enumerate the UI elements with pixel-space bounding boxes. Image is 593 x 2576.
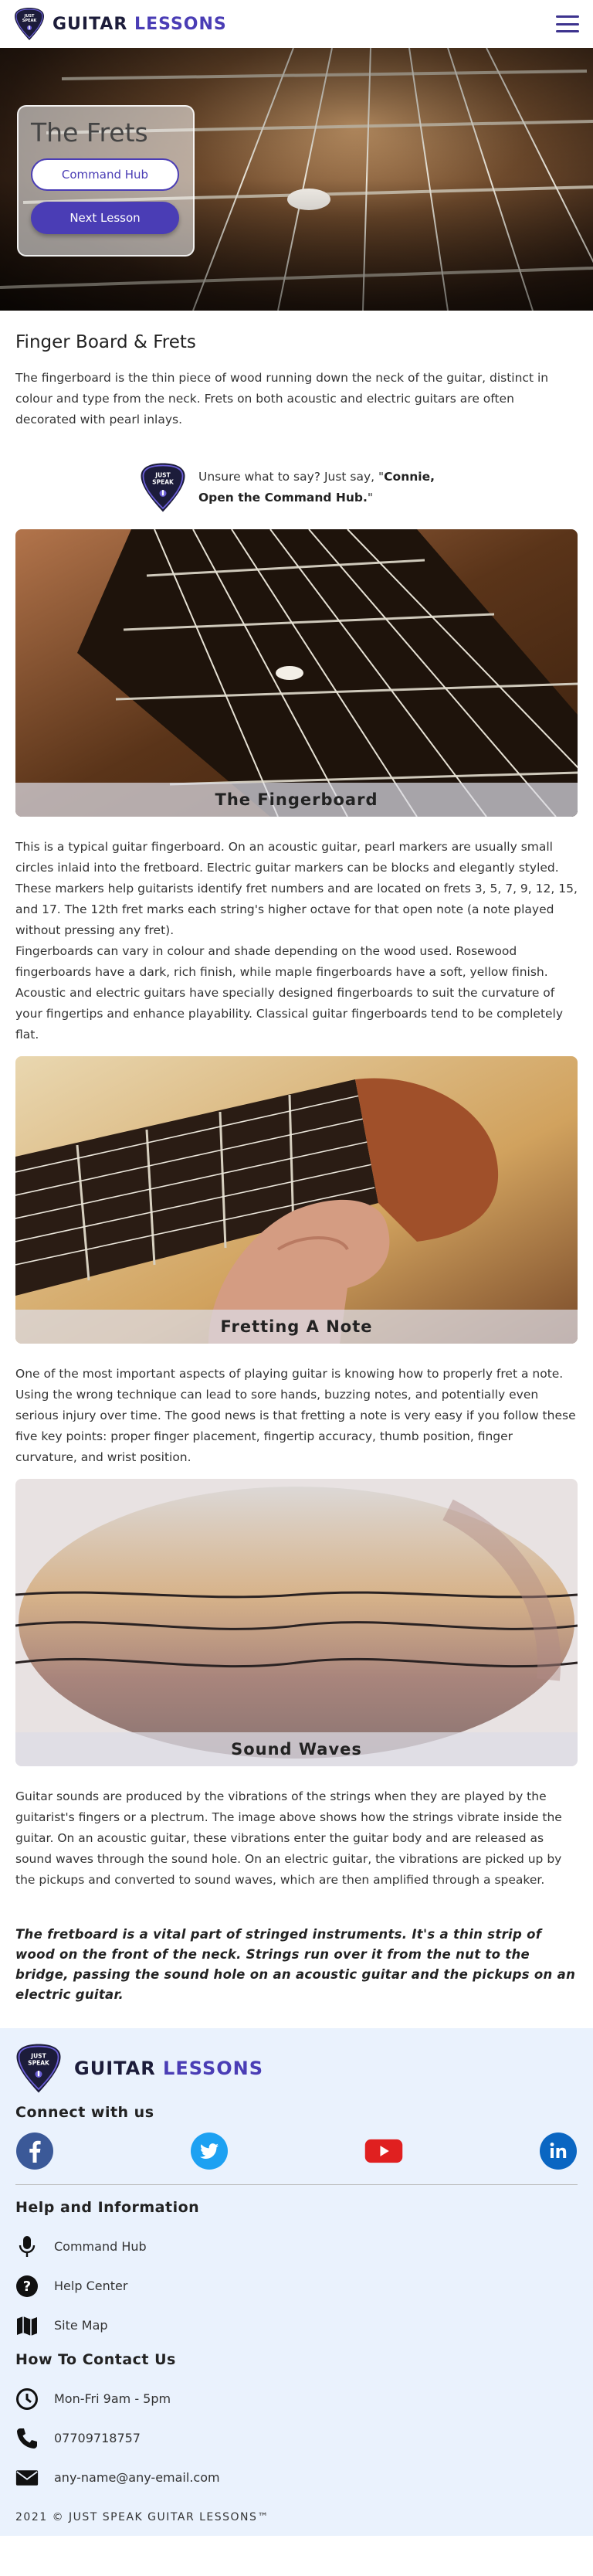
voice-hint-text: Unsure what to say? Just say, "Connie, O… — [198, 467, 453, 508]
brand-name: GUITAR LESSONS — [53, 15, 227, 34]
contact-email[interactable]: any-name@any-email.com — [15, 2458, 578, 2497]
footer-brand-name: GUITAR LESSONS — [74, 2058, 263, 2079]
facebook-icon[interactable] — [15, 2132, 54, 2170]
footer-link-label: Help Center — [54, 2279, 128, 2293]
footer-link-label: Site Map — [54, 2318, 108, 2333]
copyright: 2021 © JUST SPEAK GUITAR LESSONS™ — [15, 2511, 269, 2523]
fingerboard-paragraph-1: This is a typical guitar fingerboard. On… — [15, 840, 559, 875]
menu-icon[interactable] — [556, 15, 579, 32]
contact-email-text: any-name@any-email.com — [54, 2470, 220, 2485]
sound-waves-image — [15, 1479, 578, 1766]
command-hub-button[interactable]: Command Hub — [31, 158, 179, 191]
hero-card: The Frets Command Hub Next Lesson — [17, 105, 195, 257]
social-links — [15, 2132, 578, 2185]
brand-logo[interactable]: GUITAR LESSONS — [14, 7, 227, 41]
guitar-pick-logo — [14, 7, 45, 41]
section-title: Finger Board & Frets — [15, 332, 196, 352]
footer-brand-word-guitar: GUITAR — [74, 2058, 156, 2079]
linkedin-icon[interactable] — [539, 2132, 578, 2170]
twitter-icon[interactable] — [190, 2132, 229, 2170]
microphone-icon — [15, 2235, 39, 2258]
site-footer: GUITAR LESSONS Connect with us Help and … — [0, 2028, 593, 2536]
phone-icon — [15, 2427, 39, 2450]
help-heading: Help and Information — [15, 2199, 200, 2216]
fingerboard-paragraph-3: Fingerboards can vary in colour and shad… — [15, 944, 564, 1042]
footer-link-command-hub[interactable]: Command Hub — [15, 2227, 578, 2266]
fingerboard-image — [15, 529, 578, 817]
next-lesson-button[interactable]: Next Lesson — [31, 202, 179, 234]
fingerboard-caption: The Fingerboard — [15, 783, 578, 817]
clock-icon — [15, 2387, 39, 2411]
voice-hint: Unsure what to say? Just say, "Connie, O… — [15, 461, 578, 514]
sound-waves-paragraph: Guitar sounds are produced by the vibrat… — [15, 1789, 562, 1887]
contact-heading: How To Contact Us — [15, 2351, 176, 2368]
footer-link-site-map[interactable]: Site Map — [15, 2306, 578, 2345]
hero-banner: The Frets Command Hub Next Lesson — [0, 48, 593, 311]
brand-word-lessons: LESSONS — [134, 14, 227, 34]
brand-word-guitar: GUITAR — [53, 14, 128, 34]
footer-brand-word-lessons: LESSONS — [163, 2058, 263, 2079]
contact-hours: Mon-Fri 9am - 5pm — [15, 2379, 578, 2418]
hint-suffix: " — [367, 491, 374, 505]
help-icon: ? — [15, 2275, 39, 2298]
connect-heading: Connect with us — [15, 2104, 154, 2121]
intro-paragraph: The fingerboard is the thin piece of woo… — [15, 371, 549, 427]
hint-prefix: Unsure what to say? Just say, " — [198, 470, 385, 484]
map-icon — [15, 2314, 39, 2337]
guitar-pick-logo — [15, 2042, 62, 2095]
fretting-image-card: Fretting A Note — [15, 1056, 578, 1344]
footer-link-label: Command Hub — [54, 2239, 147, 2254]
svg-text:?: ? — [23, 2279, 31, 2295]
youtube-icon[interactable] — [364, 2132, 403, 2170]
footer-brand[interactable]: GUITAR LESSONS — [15, 2042, 578, 2095]
guitar-pick-logo — [140, 461, 186, 514]
contact-phone-text: 07709718757 — [54, 2431, 141, 2445]
main-content: Finger Board & Frets The fingerboard is … — [0, 332, 593, 2005]
fingerboard-paragraph-2: These markers help guitarists identify f… — [15, 882, 578, 937]
fretting-image — [15, 1056, 578, 1344]
sound-waves-image-card: Sound Waves — [15, 1479, 578, 1766]
fingerboard-image-card: The Fingerboard — [15, 529, 578, 817]
fretting-caption: Fretting A Note — [15, 1310, 578, 1344]
footer-link-help-center[interactable]: ? Help Center — [15, 2266, 578, 2306]
contact-phone[interactable]: 07709718757 — [15, 2418, 578, 2458]
summary-quote: The fretboard is a vital part of stringe… — [15, 1927, 576, 2002]
site-header: GUITAR LESSONS — [0, 0, 593, 48]
sound-waves-caption: Sound Waves — [15, 1732, 578, 1766]
fretting-paragraph: One of the most important aspects of pla… — [15, 1367, 576, 1464]
contact-hours-text: Mon-Fri 9am - 5pm — [54, 2391, 171, 2406]
mail-icon — [15, 2466, 39, 2489]
hero-title: The Frets — [31, 117, 148, 148]
